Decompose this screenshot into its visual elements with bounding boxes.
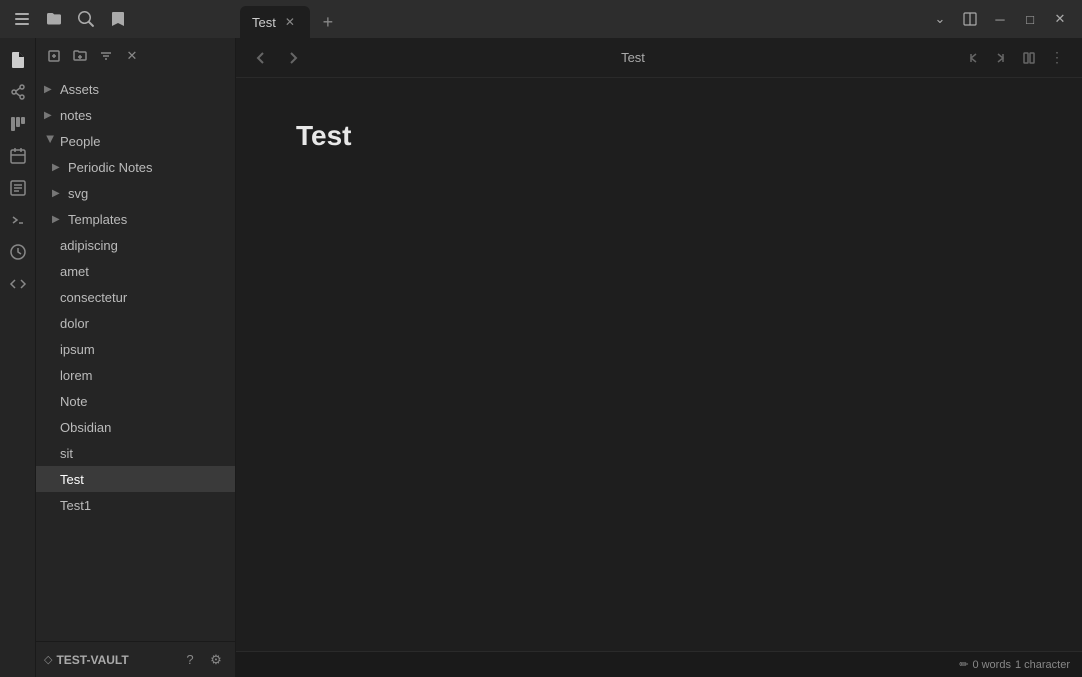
- tree-item-people[interactable]: ▶ People: [36, 128, 235, 154]
- editor-title: Test: [312, 50, 954, 65]
- tree-item-label: Test: [60, 472, 227, 487]
- dropdown-icon[interactable]: ⌄: [926, 5, 954, 33]
- close-button[interactable]: ✕: [1046, 5, 1074, 33]
- edit-pencil-icon: ✏: [959, 658, 968, 671]
- editor-area: Test: [236, 38, 1082, 677]
- activity-bar: [0, 38, 36, 677]
- titlebar-left: [0, 5, 240, 33]
- forward-button[interactable]: [280, 45, 306, 71]
- tree-item-test1[interactable]: Test1: [36, 492, 235, 518]
- chevron-icon: ▶: [45, 135, 56, 147]
- reading-view-button[interactable]: [1016, 45, 1042, 71]
- word-count-label: 0 words: [972, 659, 1011, 671]
- tree-item-notes[interactable]: ▶ notes: [36, 102, 235, 128]
- chevron-icon: ▶: [52, 188, 64, 199]
- search-icon[interactable]: [72, 5, 100, 33]
- tab-label: Test: [252, 15, 276, 30]
- tree-item-label: Assets: [60, 82, 227, 97]
- tree-item-sit[interactable]: sit: [36, 440, 235, 466]
- sort-button[interactable]: [94, 44, 118, 68]
- tree-item-label: svg: [68, 186, 227, 201]
- tree-item-ipsum[interactable]: ipsum: [36, 336, 235, 362]
- chevron-icon: ▶: [52, 214, 64, 225]
- editor-header-right: ⋮: [960, 45, 1070, 71]
- file-tree: ▶ Assets ▶ notes ▶ People ▶ Periodic Not…: [36, 74, 235, 641]
- tree-item-label: dolor: [60, 316, 227, 331]
- document-title: Test: [296, 118, 1022, 154]
- word-count-status: ✏ 0 words 1 character: [959, 658, 1070, 671]
- tree-item-label: Periodic Notes: [68, 160, 227, 175]
- new-tab-button[interactable]: +: [314, 8, 342, 36]
- titlebar-right: ⌄ ─ □ ✕: [926, 5, 1082, 33]
- new-folder-button[interactable]: [68, 44, 92, 68]
- chevron-icon: ▶: [52, 162, 64, 173]
- tree-item-templates[interactable]: ▶ Templates: [36, 206, 235, 232]
- tree-item-label: ipsum: [60, 342, 227, 357]
- tree-item-label: Note: [60, 394, 227, 409]
- chevron-icon: ▶: [44, 110, 56, 121]
- vault-icon: ◇: [44, 653, 52, 666]
- tree-item-amet[interactable]: amet: [36, 258, 235, 284]
- tab-test[interactable]: Test ✕: [240, 6, 310, 38]
- back-button[interactable]: [248, 45, 274, 71]
- calendar-icon[interactable]: [4, 142, 32, 170]
- vault-name-label: TEST-VAULT: [56, 653, 175, 667]
- tree-item-label: consectetur: [60, 290, 227, 305]
- settings-button[interactable]: ⚙: [205, 649, 227, 671]
- new-note-button[interactable]: [42, 44, 66, 68]
- bookmark-icon[interactable]: [104, 5, 132, 33]
- status-bar: ✏ 0 words 1 character: [236, 651, 1082, 677]
- tree-item-label: notes: [60, 108, 227, 123]
- tree-item-label: Templates: [68, 212, 227, 227]
- editor-header: Test: [236, 38, 1082, 78]
- tree-item-label: Obsidian: [60, 420, 227, 435]
- open-folder-icon[interactable]: [40, 5, 68, 33]
- tree-item-assets[interactable]: ▶ Assets: [36, 76, 235, 102]
- clock-icon[interactable]: [4, 238, 32, 266]
- tree-item-lorem[interactable]: lorem: [36, 362, 235, 388]
- editor-content[interactable]: Test: [236, 78, 1082, 651]
- code-icon[interactable]: [4, 270, 32, 298]
- tree-item-test[interactable]: Test: [36, 466, 235, 492]
- tree-item-obsidian[interactable]: Obsidian: [36, 414, 235, 440]
- maximize-button[interactable]: □: [1016, 5, 1044, 33]
- tree-item-label: lorem: [60, 368, 227, 383]
- vault-bar: ◇ TEST-VAULT ? ⚙: [36, 641, 235, 677]
- tree-item-label: Test1: [60, 498, 227, 513]
- files-icon[interactable]: [4, 46, 32, 74]
- graph-icon[interactable]: [4, 78, 32, 106]
- tree-item-label: amet: [60, 264, 227, 279]
- tree-item-label: adipiscing: [60, 238, 227, 253]
- sidebar: ✕ ▶ Assets ▶ notes ▶ People ▶ Periodic N…: [36, 38, 236, 677]
- minimize-button[interactable]: ─: [986, 5, 1014, 33]
- chevron-icon: ▶: [44, 84, 56, 95]
- terminal-icon[interactable]: [4, 206, 32, 234]
- titlebar: Test ✕ + ⌄ ─ □ ✕: [0, 0, 1082, 38]
- tab-close-button[interactable]: ✕: [282, 14, 298, 30]
- tree-item-consectetur[interactable]: consectetur: [36, 284, 235, 310]
- tree-item-adipiscing[interactable]: adipiscing: [36, 232, 235, 258]
- tree-item-note[interactable]: Note: [36, 388, 235, 414]
- tree-item-periodic-notes[interactable]: ▶ Periodic Notes: [36, 154, 235, 180]
- main-layout: ✕ ▶ Assets ▶ notes ▶ People ▶ Periodic N…: [0, 38, 1082, 677]
- sidebar-toolbar: ✕: [36, 38, 235, 74]
- more-options-button[interactable]: ⋮: [1044, 45, 1070, 71]
- kanban-icon[interactable]: [4, 110, 32, 138]
- tree-item-svg[interactable]: ▶ svg: [36, 180, 235, 206]
- note-icon[interactable]: [4, 174, 32, 202]
- forward-stack-button[interactable]: [988, 45, 1014, 71]
- help-button[interactable]: ?: [179, 649, 201, 671]
- tree-item-label: sit: [60, 446, 227, 461]
- back-stack-button[interactable]: [960, 45, 986, 71]
- collapse-all-button[interactable]: ✕: [120, 44, 144, 68]
- split-editor-icon[interactable]: [956, 5, 984, 33]
- tree-item-label: People: [60, 134, 227, 149]
- tabs-area: Test ✕ +: [240, 0, 926, 38]
- char-count-label: 1 character: [1015, 659, 1070, 671]
- sidebar-toggle-icon[interactable]: [8, 5, 36, 33]
- tree-item-dolor[interactable]: dolor: [36, 310, 235, 336]
